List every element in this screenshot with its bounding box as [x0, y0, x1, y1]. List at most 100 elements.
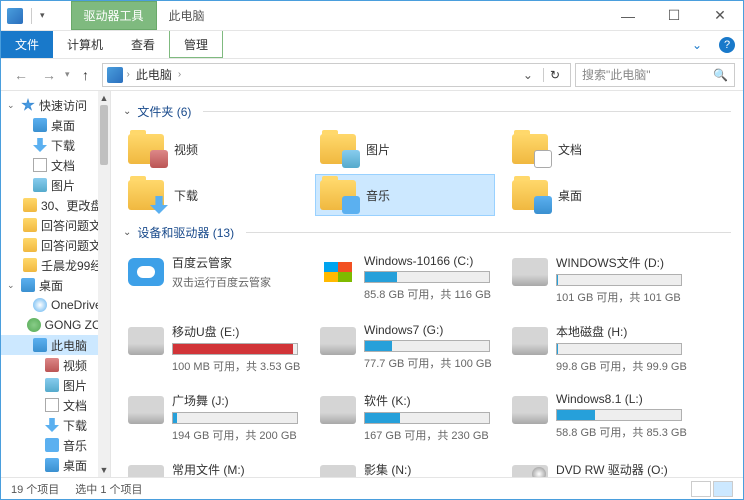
- drive-icon: [512, 396, 548, 424]
- chevron-right-icon[interactable]: ›: [127, 69, 130, 80]
- drive-name: 移动U盘 (E:): [172, 323, 298, 340]
- menu-file[interactable]: 文件: [1, 31, 53, 58]
- tree-item[interactable]: Windows-101: [1, 475, 110, 477]
- folder-item[interactable]: 图片: [315, 128, 495, 170]
- tree-item[interactable]: 回答问题文件夹: [1, 215, 110, 235]
- folder-item[interactable]: 桌面: [507, 174, 687, 216]
- tree-item-label: 图片: [51, 177, 75, 194]
- tree-item[interactable]: 视频: [1, 355, 110, 375]
- tree-item[interactable]: 音乐: [1, 435, 110, 455]
- tree-item[interactable]: 下载: [1, 135, 110, 155]
- menu-manage[interactable]: 管理: [169, 31, 223, 58]
- tree-item[interactable]: 文档: [1, 155, 110, 175]
- drive-stats: 58.8 GB 可用，共 85.3 GB: [556, 424, 682, 440]
- tree-item-label: 下载: [51, 137, 75, 154]
- drive-item[interactable]: 软件 (K:) 167 GB 可用，共 230 GB: [315, 387, 495, 448]
- tree-item[interactable]: 此电脑: [1, 335, 110, 355]
- help-icon[interactable]: ?: [719, 37, 735, 53]
- drive-usage-bar: [556, 274, 682, 286]
- drive-item[interactable]: WINDOWS文件 (D:) 101 GB 可用，共 101 GB: [507, 249, 687, 310]
- drive-item[interactable]: 常用文件 (M:) 94.6 GB 可用，共 100 GB: [123, 456, 303, 477]
- drive-usage-bar: [364, 340, 490, 352]
- folder-label: 下载: [174, 187, 198, 204]
- refresh-icon[interactable]: ↻: [543, 68, 566, 82]
- drive-name: WINDOWS文件 (D:): [556, 254, 682, 271]
- tree-item[interactable]: OneDrive: [1, 295, 110, 315]
- scroll-up-icon[interactable]: ▲: [98, 91, 110, 105]
- tree-item[interactable]: 30、更改盘符和: [1, 195, 110, 215]
- group-header-folders[interactable]: ⌄ 文件夹 (6): [123, 103, 731, 120]
- scroll-down-icon[interactable]: ▼: [98, 463, 110, 477]
- view-details-button[interactable]: [691, 481, 711, 497]
- tree-item-label: 桌面: [39, 277, 63, 294]
- onedrive-icon: [33, 298, 47, 312]
- view-large-button[interactable]: [713, 481, 733, 497]
- tree-item[interactable]: 文档: [1, 395, 110, 415]
- drive-item[interactable]: Windows-10166 (C:) 85.8 GB 可用，共 116 GB: [315, 249, 495, 310]
- drive-item[interactable]: Windows7 (G:) 77.7 GB 可用，共 100 GB: [315, 318, 495, 379]
- tree-item[interactable]: GONG ZOU: [1, 315, 110, 335]
- tree-item[interactable]: 图片: [1, 175, 110, 195]
- navigation-pane[interactable]: ▲ ▼ ⌄ 快速访问 桌面 下载 文档 图片 30、更改盘符和 回答问题文件夹 …: [1, 91, 111, 477]
- tree-item[interactable]: ⌄ 桌面: [1, 275, 110, 295]
- tree-item[interactable]: 回答问题文件夹: [1, 235, 110, 255]
- folder-icon: [23, 218, 37, 232]
- qat-dropdown-icon[interactable]: ▾: [40, 10, 45, 21]
- drive-name: DVD RW 驱动器 (O:): [556, 461, 682, 477]
- address-bar[interactable]: › 此电脑 › ⌄ ↻: [102, 63, 571, 87]
- folder-icon: [23, 198, 37, 212]
- nav-up-button[interactable]: ↑: [74, 63, 98, 87]
- tree-item[interactable]: 下载: [1, 415, 110, 435]
- music-icon: [45, 438, 59, 452]
- scrollbar-thumb[interactable]: [100, 105, 108, 165]
- drive-usage-bar: [556, 409, 682, 421]
- group-header-devices[interactable]: ⌄ 设备和驱动器 (13): [123, 224, 731, 241]
- folder-item[interactable]: 音乐: [315, 174, 495, 216]
- drive-name: 软件 (K:): [364, 392, 490, 409]
- menu-view[interactable]: 查看: [117, 31, 169, 58]
- nav-back-button[interactable]: ←: [9, 63, 33, 87]
- context-tab-drive-tools[interactable]: 驱动器工具: [71, 1, 157, 30]
- drive-item[interactable]: 影集 (N:) 95.5 GB 可用，共 100 GB: [315, 456, 495, 477]
- maximize-button[interactable]: ☐: [651, 1, 697, 31]
- tree-item[interactable]: 桌面: [1, 115, 110, 135]
- search-icon[interactable]: 🔍: [713, 68, 728, 82]
- app-launcher-baidu[interactable]: 百度云管家 双击运行百度云管家: [123, 249, 303, 310]
- tree-item[interactable]: ⌄ 快速访问: [1, 95, 110, 115]
- drive-item[interactable]: 移动U盘 (E:) 100 MB 可用，共 3.53 GB: [123, 318, 303, 379]
- desktop-icon: [21, 278, 35, 292]
- drive-item[interactable]: 本地磁盘 (H:) 99.8 GB 可用，共 99.9 GB: [507, 318, 687, 379]
- folder-item[interactable]: 文档: [507, 128, 687, 170]
- drive-item[interactable]: Windows8.1 (L:) 58.8 GB 可用，共 85.3 GB: [507, 387, 687, 448]
- address-dropdown-icon[interactable]: ⌄: [517, 68, 539, 82]
- minimize-button[interactable]: —: [605, 1, 651, 31]
- tree-item-label: 文档: [63, 397, 87, 414]
- chevron-right-icon[interactable]: ›: [178, 69, 181, 80]
- search-input[interactable]: 搜索"此电脑" 🔍: [575, 63, 735, 87]
- tree-item-label: 图片: [63, 377, 87, 394]
- download-icon: [33, 138, 47, 152]
- content-pane[interactable]: ⌄ 文件夹 (6) 视频 图片 文档 下载 音乐 桌面 ⌄ 设备和驱动器 (13…: [111, 91, 743, 477]
- video-icon: [45, 358, 59, 372]
- drive-name: 影集 (N:): [364, 461, 490, 477]
- drive-usage-bar: [172, 343, 298, 355]
- folder-item[interactable]: 视频: [123, 128, 303, 170]
- folder-item[interactable]: 下载: [123, 174, 303, 216]
- doc-icon: [45, 398, 59, 412]
- tree-item[interactable]: 桌面: [1, 455, 110, 475]
- group-title: 设备和驱动器 (13): [137, 224, 234, 241]
- tree-item[interactable]: 壬晨龙99经验论: [1, 255, 110, 275]
- drive-item[interactable]: 广场舞 (J:) 194 GB 可用，共 200 GB: [123, 387, 303, 448]
- drive-name: 本地磁盘 (H:): [556, 323, 682, 340]
- tree-item[interactable]: 图片: [1, 375, 110, 395]
- breadcrumb-this-pc[interactable]: 此电脑: [134, 66, 174, 83]
- close-button[interactable]: ✕: [697, 1, 743, 31]
- ribbon-expand-icon[interactable]: ⌄: [683, 31, 711, 58]
- nav-history-dropdown[interactable]: ▾: [65, 69, 70, 80]
- menu-computer[interactable]: 计算机: [53, 31, 117, 58]
- status-selected-count: 选中 1 个项目: [75, 481, 142, 497]
- drive-name: 百度云管家: [172, 254, 298, 271]
- download-icon: [45, 418, 59, 432]
- drive-item[interactable]: DVD RW 驱动器 (O:): [507, 456, 687, 477]
- tree-item-label: 快速访问: [39, 97, 87, 114]
